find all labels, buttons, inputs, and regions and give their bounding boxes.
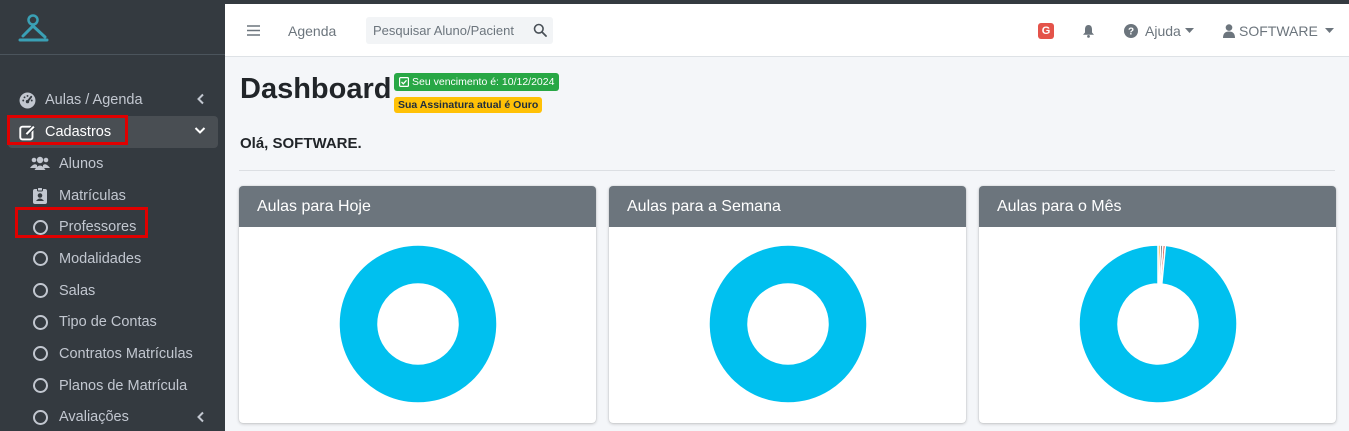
sidebar-subitem-label: Avaliações [59,409,129,426]
greeting-text: Olá, SOFTWARE. [240,135,362,152]
highlight-professores [15,207,148,238]
card-body [609,227,966,423]
donut-slice-3[interactable] [1078,244,1238,404]
bell-icon [1083,24,1094,38]
divider [239,170,1335,171]
sidebar-subitem-label: Alunos [59,155,104,172]
sidebar-subitem-label: Contratos Matrículas [59,345,193,362]
sidebar-subitem-label: Salas [59,282,96,299]
sidebar-item-aulas-agenda[interactable]: Aulas / Agenda [8,84,218,116]
sidebar-subitem-label: Modalidades [59,250,142,267]
user-dropdown[interactable]: SOFTWARE [1223,4,1334,57]
help-label: Ajuda [1145,22,1181,39]
donut-chart-semana[interactable] [708,244,868,404]
sidebar-item-label: Aulas / Agenda [45,92,143,108]
users-icon [30,155,50,173]
highlight-cadastros [7,115,128,145]
main-content: Dashboard Seu vencimento é: 10/12/2024 S… [225,57,1349,431]
donut-slice-0[interactable] [708,244,868,404]
card-body [239,227,596,423]
calendar-check-icon [399,77,409,87]
search-icon[interactable] [533,23,547,37]
donut-chart-mes[interactable] [1078,244,1238,404]
search-box [366,17,553,44]
card-aulas-mes: Aulas para o Mês [979,186,1336,423]
menu-toggle-button[interactable] [247,4,260,57]
help-dropdown[interactable]: ? Ajuda [1124,4,1194,57]
circle-icon [30,313,50,331]
user-label: SOFTWARE [1239,22,1318,39]
person-logo-icon [18,14,49,42]
card-body [979,227,1336,423]
card-title: Aulas para a Semana [609,186,966,227]
sidebar-subitem-planos-de-matricula[interactable]: Planos de Matrícula [8,370,218,402]
due-date-badge: Seu vencimento é: 10/12/2024 [394,73,560,91]
sidebar-subitem-label: Planos de Matrícula [59,377,188,394]
circle-icon [30,282,50,300]
card-title: Aulas para o Mês [979,186,1336,227]
sidebar-subitem-label: Matrículas [59,187,126,204]
brand[interactable] [0,4,225,55]
page-title: Dashboard [240,73,392,105]
chevron-left-icon [197,411,204,422]
chevron-down-icon [194,127,206,134]
caret-down-icon [1324,27,1334,33]
top-navbar: Agenda G ? Ajuda SOFTWARE [225,4,1349,57]
search-input[interactable] [366,17,516,44]
sidebar-subitem-label: Tipo de Contas [59,314,157,331]
card-aulas-semana: Aulas para a Semana [609,186,966,423]
circle-icon [30,250,50,268]
sidebar-subitem-contratos-matriculas[interactable]: Contratos Matrículas [8,338,218,370]
user-icon [1223,23,1235,38]
hamburger-icon [247,25,260,36]
id-badge-icon [30,186,50,205]
g-extension-button[interactable]: G [1038,4,1054,57]
agenda-link[interactable]: Agenda [288,4,336,57]
card-aulas-hoje: Aulas para Hoje [239,186,596,423]
sidebar-subitem-alunos[interactable]: Alunos [8,148,218,180]
sidebar-subitem-avaliacoes[interactable]: Avaliações [8,402,218,431]
svg-text:?: ? [1128,26,1134,37]
sidebar-subitem-tipo-de-contas[interactable]: Tipo de Contas [8,306,218,338]
donut-slice-0[interactable] [338,244,498,404]
circle-icon [30,377,50,395]
gauge-icon [18,91,36,109]
sidebar-subitem-salas[interactable]: Salas [8,275,218,307]
due-date-text: Seu vencimento é: 10/12/2024 [412,76,555,88]
caret-down-icon [1184,27,1194,33]
circle-icon [30,345,50,363]
notifications-button[interactable] [1082,4,1095,57]
g-badge: G [1038,22,1054,39]
sidebar: Aulas / Agenda Cadastros Alunos Matrícul… [0,4,225,431]
chevron-left-icon [197,93,204,105]
card-title: Aulas para Hoje [239,186,596,227]
question-circle-icon: ? [1124,23,1138,38]
circle-icon [30,408,50,426]
plan-badge: Sua Assinatura atual é Ouro [394,97,543,113]
donut-chart-hoje[interactable] [338,244,498,404]
sidebar-subitem-modalidades[interactable]: Modalidades [8,243,218,275]
